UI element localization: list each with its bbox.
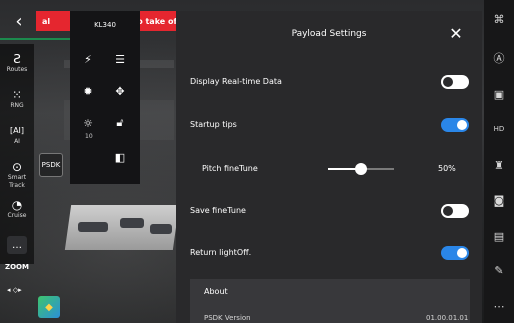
tool-ai[interactable]: [AI] AI	[0, 124, 34, 146]
robot-icon[interactable]: ▣	[484, 88, 514, 101]
direction-icon[interactable]: ✥	[112, 83, 128, 99]
feed-drone	[150, 224, 172, 234]
rng-icon: ⁙	[11, 88, 23, 102]
gimbal-icon[interactable]: ♜	[484, 159, 514, 172]
command-icon[interactable]: ⌘	[484, 13, 514, 26]
hd-icon[interactable]: HD	[484, 125, 514, 133]
tool-routes[interactable]: Ƨ Routes	[0, 52, 34, 74]
alert-text-left: al	[42, 16, 51, 26]
return-lightoff-toggle[interactable]	[441, 246, 469, 260]
chevron-left-icon: ‹	[15, 10, 23, 32]
pitch-finetune-value: 50%	[438, 164, 456, 173]
display-realtime-label: Display Real-time Data	[190, 77, 282, 86]
payload-title: KL340	[94, 21, 116, 29]
alert-text-right: to take off	[133, 16, 180, 26]
camera-icon[interactable]: ◙	[484, 194, 514, 207]
return-lightoff-label: Return lightOff.	[190, 248, 252, 257]
more-icon[interactable]: ⋯	[484, 300, 514, 313]
tool-label: Routes	[6, 66, 28, 73]
psdk-version-value: 01.00.01.01	[426, 314, 469, 322]
zoom-label[interactable]: ZOOM	[5, 263, 29, 271]
close-icon[interactable]: ✕	[447, 25, 465, 43]
more-tools-button[interactable]: …	[7, 236, 27, 254]
tool-cruise[interactable]: ◔ Cruise	[0, 198, 34, 220]
tool-label: AI	[14, 138, 20, 145]
tool-label: Cruise	[7, 212, 27, 219]
psdk-chip[interactable]: PSDK	[39, 153, 63, 177]
psdk-version-label: PSDK Version	[204, 314, 251, 322]
tool-label: Smart Track	[7, 174, 27, 189]
tool-label: RNG	[10, 102, 24, 109]
map-icon[interactable]: ◆	[38, 296, 60, 318]
zoom-arrows-icon[interactable]: ◂ ◇▸	[7, 286, 22, 294]
feed-drone	[78, 222, 108, 232]
back-button[interactable]: ‹	[8, 10, 30, 32]
status-line	[0, 38, 70, 40]
brightness-icon[interactable]: ☼	[80, 115, 96, 131]
list-icon[interactable]: ☰	[112, 51, 128, 67]
left-toolbar: Ƨ Routes ⁙ RNG [AI] AI ⊙ Smart Track ◔ C…	[0, 44, 34, 264]
payload-widget-panel: KL340 ⚡ ☰ ✹ ✥ ☼ 10 🔓︎ ◧	[70, 11, 140, 184]
payload-settings-panel: Payload Settings ✕ Display Real-time Dat…	[176, 11, 482, 323]
brightness-value: 10	[85, 133, 93, 140]
right-toolbar: ⌘ Ⓐ ▣ HD ♜ ◙ ▤ ✎ ⋯	[484, 0, 514, 323]
about-title: About	[204, 287, 228, 296]
ai-icon: [AI]	[9, 126, 25, 135]
startup-tips-toggle[interactable]	[441, 118, 469, 132]
panel-title: Payload Settings	[291, 29, 367, 39]
smart-track-icon: ⊙	[11, 160, 23, 174]
light-icon[interactable]: ✹	[80, 83, 96, 99]
flash-off-icon[interactable]: ⚡	[80, 51, 96, 67]
startup-tips-label: Startup tips	[190, 120, 237, 129]
save-finetune-toggle[interactable]	[441, 204, 469, 218]
feed-drone	[120, 218, 144, 228]
routes-icon: Ƨ	[13, 52, 21, 66]
display-realtime-toggle[interactable]	[441, 75, 469, 89]
tool-smart-track[interactable]: ⊙ Smart Track	[0, 160, 34, 190]
auto-mode-icon[interactable]: Ⓐ	[484, 50, 514, 66]
pitch-finetune-label: Pitch fineTune	[202, 164, 258, 173]
lock-icon[interactable]: 🔓︎	[112, 115, 128, 131]
wrench-icon[interactable]: ✎	[484, 264, 514, 277]
beam-icon[interactable]: ◧	[112, 149, 128, 165]
cruise-icon: ◔	[11, 198, 23, 212]
slider-thumb[interactable]	[355, 163, 367, 175]
tool-rng[interactable]: ⁙ RNG	[0, 88, 34, 110]
more-icon: …	[12, 239, 22, 251]
about-section: About PSDK Version 01.00.01.01	[190, 279, 470, 323]
pitch-finetune-slider[interactable]	[328, 163, 394, 175]
save-finetune-label: Save fineTune	[190, 206, 246, 215]
psdk-icon[interactable]: ▤	[484, 230, 514, 243]
